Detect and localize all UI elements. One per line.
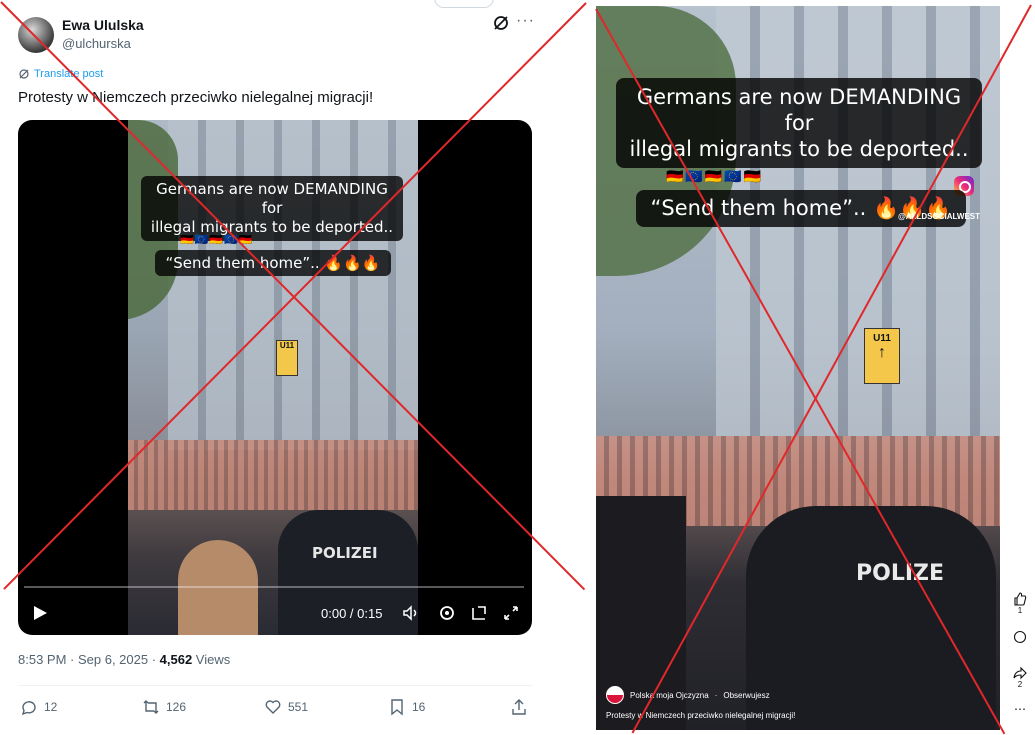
grok-icon[interactable]: [492, 14, 510, 32]
fullscreen-icon[interactable]: [502, 604, 520, 622]
reel-share-button[interactable]: 2: [1008, 666, 1032, 689]
tweet-timestamp[interactable]: 8:53 PM · Sep 6, 2025 ·: [18, 652, 160, 667]
views-count: 4,562: [159, 652, 193, 667]
reel-account-row[interactable]: Polska moja Ojczyzna · Obserwujesz: [606, 686, 770, 704]
video-caption-secondary: “Send them home”.. 🔥🔥🔥: [155, 250, 391, 276]
author-name[interactable]: Ewa Ululska: [62, 17, 144, 33]
video-player[interactable]: U11 POLIZEI Germans are now DEMANDING fo…: [18, 120, 532, 635]
reel-caption-main: Germans are now DEMANDING for illegal mi…: [616, 78, 982, 168]
reel-police-officer-image: POLIZE: [746, 506, 996, 730]
reply-icon: [21, 701, 36, 716]
tweet-panel: Ewa Ululska @ulchurska ··· Translate pos…: [0, 0, 590, 735]
settings-gear-icon[interactable]: [438, 604, 456, 622]
share-icon: [512, 699, 526, 715]
street-sign: U11: [276, 340, 298, 376]
repost-icon: [143, 700, 159, 714]
repost-button[interactable]: 126: [142, 698, 186, 716]
reply-button[interactable]: 12: [20, 698, 57, 716]
top-pill-button[interactable]: [434, 0, 494, 8]
reel-caption-line-1: Germans are now DEMANDING for: [636, 85, 962, 135]
crowd-image: [128, 440, 418, 510]
like-button[interactable]: 551: [264, 698, 308, 716]
views-label: Views: [192, 652, 231, 667]
reel-follow-status[interactable]: Obserwujesz: [723, 691, 769, 700]
bookmark-icon: [391, 699, 403, 716]
comment-icon: [1013, 630, 1027, 644]
video-progress-bar[interactable]: [24, 586, 524, 588]
reel-police-label: POLIZE: [856, 561, 945, 586]
share-button[interactable]: [510, 698, 528, 716]
action-bar: 12 126 551 16: [18, 694, 532, 722]
heart-icon: [265, 700, 281, 714]
repost-count: 126: [166, 700, 187, 714]
translate-post-link[interactable]: Translate post: [18, 68, 103, 80]
reel-like-button[interactable]: 1: [1008, 592, 1032, 615]
reel-panel: U11 ↑ POLIZE Germans are now DEMANDING f…: [590, 0, 1035, 735]
grok-translate-icon: [19, 69, 29, 79]
reel-flags-row: 🇩🇪🇪🇺🇩🇪🇪🇺🇩🇪: [666, 168, 764, 184]
more-options-icon[interactable]: ···: [516, 12, 535, 30]
verified-icon: ·: [714, 690, 718, 700]
reel-watermark: @ALLDSOCIALWEST: [898, 212, 981, 221]
reel-share-count: 2: [1017, 680, 1023, 689]
bookmark-count: 16: [412, 700, 426, 714]
picture-in-picture-icon[interactable]: [470, 604, 488, 622]
divider: [18, 685, 532, 686]
volume-icon[interactable]: [402, 604, 420, 622]
reel-like-count: 1: [1017, 606, 1023, 615]
reply-count: 12: [44, 700, 58, 714]
police-label: POLIZEI: [312, 544, 378, 562]
bookmark-button[interactable]: 16: [388, 698, 425, 716]
thumbs-up-icon: [1014, 592, 1027, 606]
share-arrow-icon: [1013, 666, 1027, 680]
author-handle[interactable]: @ulchurska: [62, 36, 131, 51]
video-time: 0:00 / 0:15: [321, 606, 383, 621]
video-caption-main: Germans are now DEMANDING for illegal mi…: [141, 176, 403, 241]
reel-account-avatar[interactable]: [606, 686, 624, 704]
play-icon[interactable]: [32, 605, 48, 621]
tweet-meta: 8:53 PM · Sep 6, 2025 · 4,562 Views: [18, 652, 230, 667]
reel-account-name[interactable]: Polska moja Ojczyzna: [630, 691, 709, 700]
reel-street-sign: U11 ↑: [864, 328, 900, 384]
like-count: 551: [288, 700, 309, 714]
reel-caption-secondary: “Send them home”.. 🔥🔥🔥: [636, 190, 966, 227]
arrow-up-icon: ↑: [878, 344, 886, 361]
building-image: [168, 120, 418, 450]
tweet-text: Protesty w Niemczech przeciwko nielegaln…: [18, 89, 374, 106]
reel-comment-button[interactable]: [1008, 630, 1032, 644]
reel-sign-label: U11: [873, 333, 891, 344]
reel-more-icon[interactable]: ⋯: [1008, 702, 1032, 716]
reel-caption-text: Protesty w Niemczech przeciwko nielegaln…: [606, 711, 796, 720]
